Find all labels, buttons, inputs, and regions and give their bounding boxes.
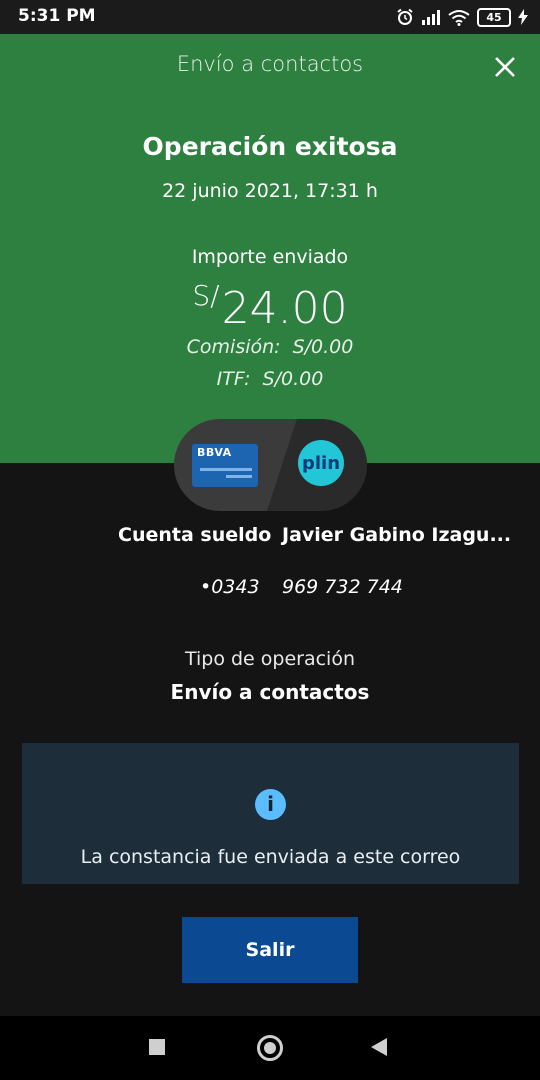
- bbva-logo: BBVA: [197, 446, 232, 459]
- home-icon[interactable]: [257, 1035, 283, 1061]
- itf-label: ITF:: [216, 368, 251, 390]
- card-stripe: [226, 475, 252, 478]
- currency-symbol: S/: [192, 279, 220, 312]
- origin-account-number: •0343: [200, 576, 260, 598]
- commission-label: Comisión:: [186, 336, 281, 358]
- plin-logo: plin: [298, 440, 344, 486]
- info-icon: i: [255, 789, 286, 820]
- recents-icon[interactable]: [149, 1039, 165, 1055]
- amount-value: S/24.00: [0, 266, 540, 339]
- info-text: La constancia fue enviada a este correo: [80, 846, 461, 868]
- status-bar: 5:31 PM 45: [0, 0, 540, 34]
- alarm-icon: [397, 8, 413, 25]
- amount-label: Importe enviado: [191, 246, 349, 268]
- operation-type-label: Tipo de operación: [184, 648, 356, 670]
- exit-button[interactable]: Salir: [182, 917, 358, 983]
- itf-value: S/0.00: [262, 368, 324, 390]
- operation-datetime: 22 junio 2021, 17:31 h: [162, 180, 378, 202]
- destination-phone: 969 732 744: [282, 576, 403, 598]
- back-icon[interactable]: [371, 1038, 387, 1056]
- signal-icon: [422, 10, 440, 25]
- page-title: Envío a contactos: [176, 52, 364, 76]
- card-stripe: [200, 468, 252, 471]
- plin-text: plin: [301, 452, 341, 474]
- battery-indicator: 45: [477, 7, 511, 27]
- itf-row: ITF: S/0.00: [0, 368, 540, 390]
- operation-status: Operación exitosa: [142, 132, 398, 161]
- commission-row: Comisión: S/0.00: [0, 336, 540, 358]
- destination-name: Javier Gabino Izagu...: [282, 524, 512, 546]
- charging-icon: [518, 9, 528, 25]
- operation-type-value: Envío a contactos: [170, 680, 370, 704]
- status-icons: 45: [396, 6, 528, 28]
- status-time: 5:31 PM: [18, 6, 96, 26]
- close-button[interactable]: [488, 50, 522, 84]
- battery-level: 45: [486, 10, 502, 24]
- amount-number: 24.00: [221, 283, 348, 334]
- close-icon: [495, 57, 515, 77]
- origin-account: Cuenta sueldo: [118, 524, 272, 546]
- commission-value: S/0.00: [292, 336, 354, 358]
- wifi-icon: [448, 9, 470, 26]
